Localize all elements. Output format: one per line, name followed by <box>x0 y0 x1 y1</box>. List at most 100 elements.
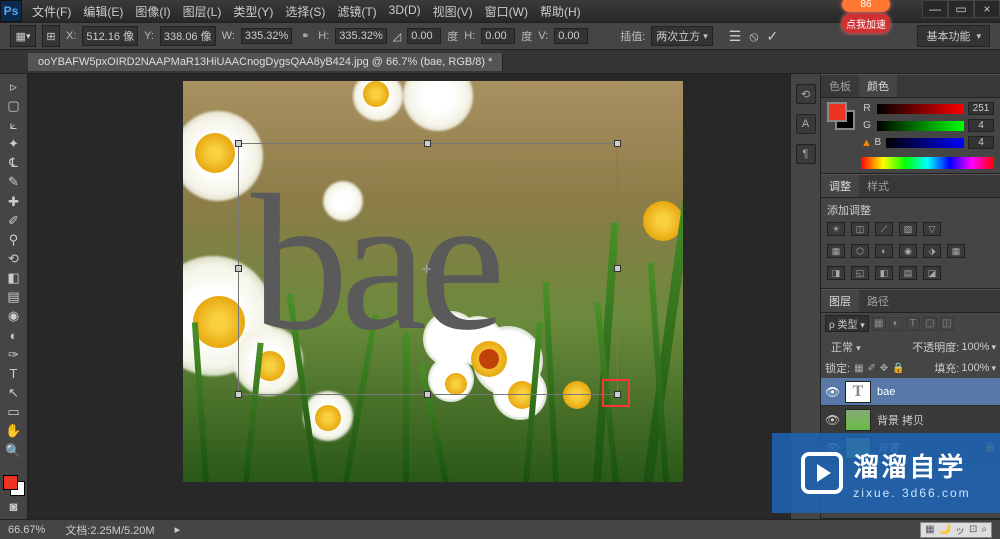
adjust-tab[interactable]: 调整 <box>821 175 859 197</box>
reference-point-icon[interactable]: ⊞ <box>42 25 60 47</box>
layer-row-bae[interactable]: 👁 T bae <box>821 378 1000 406</box>
status-moon-icon[interactable]: 🌙 <box>939 524 951 535</box>
w-field[interactable]: 335.32% <box>241 28 292 44</box>
eraser-tool-icon[interactable]: ◧ <box>3 270 25 287</box>
adj-thresh-icon[interactable]: ◧ <box>875 266 893 280</box>
warp-icon[interactable]: ☰ <box>729 28 742 45</box>
interp-select[interactable]: 两次立方▾ <box>651 26 713 46</box>
hand-tool-icon[interactable]: ✋ <box>3 423 25 440</box>
spectrum-bar[interactable] <box>861 157 994 169</box>
path-tool-icon[interactable]: ↖ <box>3 385 25 402</box>
transform-handle-tr[interactable] <box>614 140 621 147</box>
canvas-area[interactable]: bae ✛ <box>28 74 790 519</box>
swatches-tab[interactable]: 色板 <box>821 75 859 97</box>
transform-handle-bl[interactable] <box>235 391 242 398</box>
cancel-icon[interactable]: ⦸ <box>749 28 758 45</box>
promo-badge[interactable]: 86 点我加速 <box>842 0 890 33</box>
style-tab[interactable]: 样式 <box>859 175 897 197</box>
adj-exposure-icon[interactable]: ▨ <box>899 222 917 236</box>
wand-tool-icon[interactable]: ✦ <box>3 135 25 152</box>
menu-file[interactable]: 文件(F) <box>28 1 75 22</box>
rotate-field[interactable]: 0.00 <box>407 28 441 44</box>
foreground-color-icon[interactable] <box>3 475 18 490</box>
transform-handle-tl[interactable] <box>235 140 242 147</box>
status-search-icon[interactable]: ⌕ <box>981 524 987 535</box>
adj-lookup-icon[interactable]: ▦ <box>947 244 965 258</box>
layer-name[interactable]: bae <box>877 386 895 398</box>
menu-window[interactable]: 窗口(W) <box>481 1 532 22</box>
adj-mixer-icon[interactable]: ⬗ <box>923 244 941 258</box>
status-chevron[interactable]: ▸ <box>175 523 181 536</box>
r-slider[interactable] <box>877 104 964 114</box>
filter-smart-icon[interactable]: ◫ <box>940 317 954 331</box>
menu-type[interactable]: 类型(Y) <box>229 1 277 22</box>
history-brush-tool-icon[interactable]: ⟲ <box>3 250 25 267</box>
filter-text-icon[interactable]: T <box>906 317 920 331</box>
marquee-tool-icon[interactable]: ▢ <box>3 97 25 114</box>
canvas-image[interactable]: bae ✛ <box>183 81 683 482</box>
menu-help[interactable]: 帮助(H) <box>536 1 585 22</box>
g-value[interactable]: 4 <box>968 119 994 132</box>
transform-handle-bm[interactable] <box>424 391 431 398</box>
h-field[interactable]: 335.32% <box>335 28 386 44</box>
b-value[interactable]: 4 <box>968 136 994 149</box>
transform-tool-icon[interactable]: ▦ ▾ <box>10 25 36 47</box>
filter-pixel-icon[interactable]: ▦ <box>872 317 886 331</box>
color-swatch[interactable] <box>3 475 25 496</box>
adj-vibrance-icon[interactable]: ▽ <box>923 222 941 236</box>
gradient-tool-icon[interactable]: ▤ <box>3 289 25 306</box>
layer-thumb-text[interactable]: T <box>845 381 871 403</box>
menu-layer[interactable]: 图层(L) <box>179 1 226 22</box>
quickmask-tool-icon[interactable]: ◙ <box>3 498 25 515</box>
fgcolor-swatch[interactable] <box>827 102 847 122</box>
adj-balance-icon[interactable]: ⬡ <box>851 244 869 258</box>
blend-mode-select[interactable]: 正常 ▾ <box>825 338 867 356</box>
lasso-tool-icon[interactable]: ⟀ <box>3 116 25 133</box>
adj-invert-icon[interactable]: ◨ <box>827 266 845 280</box>
color-panel-swatch[interactable] <box>827 102 855 130</box>
status-keyboard-icon[interactable]: ⊡ <box>969 524 977 535</box>
vskew-field[interactable]: 0.00 <box>554 28 588 44</box>
lock-move-icon[interactable]: ✥ <box>880 363 888 374</box>
layer-name[interactable]: 背景 拷贝 <box>877 412 924 428</box>
blur-tool-icon[interactable]: ◉ <box>3 308 25 325</box>
color-tab[interactable]: 颜色 <box>859 75 897 97</box>
filter-shape-icon[interactable]: ▢ <box>923 317 937 331</box>
transform-center-icon[interactable]: ✛ <box>422 263 434 275</box>
transform-handle-mr[interactable] <box>614 265 621 272</box>
healing-tool-icon[interactable]: ✚ <box>3 193 25 210</box>
adj-bw-icon[interactable]: ◐ <box>875 244 893 258</box>
lock-position-icon[interactable]: ✐ <box>868 363 876 374</box>
adj-gradient-icon[interactable]: ▤ <box>899 266 917 280</box>
dodge-tool-icon[interactable]: ◐ <box>3 327 25 344</box>
move-tool-icon[interactable]: ▹ <box>3 78 25 95</box>
workspace-select[interactable]: 基本功能▾ <box>917 25 990 47</box>
opacity-value[interactable]: 100% <box>961 341 989 353</box>
text-tool-icon[interactable]: T <box>3 365 25 382</box>
paths-tab[interactable]: 路径 <box>859 290 897 312</box>
transform-handle-ml[interactable] <box>235 265 242 272</box>
layer-thumb-img[interactable] <box>845 409 871 431</box>
g-slider[interactable] <box>877 121 964 131</box>
transform-box[interactable]: ✛ <box>238 143 618 395</box>
pen-tool-icon[interactable]: ✑ <box>3 346 25 363</box>
crop-tool-icon[interactable]: ℄ <box>3 155 25 172</box>
lock-all-icon[interactable]: 🔒 <box>892 363 904 374</box>
status-grid-icon[interactable]: ▦ <box>925 524 934 535</box>
adj-levels-icon[interactable]: ◫ <box>851 222 869 236</box>
document-tab[interactable]: ooYBAFW5pxOIRD2NAAPMaR13HiUAACnogDygsQAA… <box>28 53 503 71</box>
hskew-field[interactable]: 0.00 <box>481 28 515 44</box>
maximize-button[interactable]: ▭ <box>948 0 974 18</box>
layers-tab[interactable]: 图层 <box>821 290 859 312</box>
stamp-tool-icon[interactable]: ⚲ <box>3 231 25 248</box>
commit-icon[interactable]: ✓ <box>767 28 779 45</box>
adj-brightness-icon[interactable]: ☀ <box>827 222 845 236</box>
history-dock-icon[interactable]: ⟲ <box>796 84 816 104</box>
menu-3d[interactable]: 3D(D) <box>385 1 425 22</box>
adj-poster-icon[interactable]: ◱ <box>851 266 869 280</box>
brush-tool-icon[interactable]: ✐ <box>3 212 25 229</box>
shape-tool-icon[interactable]: ▭ <box>3 404 25 421</box>
visibility-icon[interactable]: 👁 <box>825 385 839 399</box>
x-field[interactable]: 512.16 像 <box>82 26 138 46</box>
adj-photo-icon[interactable]: ◉ <box>899 244 917 258</box>
